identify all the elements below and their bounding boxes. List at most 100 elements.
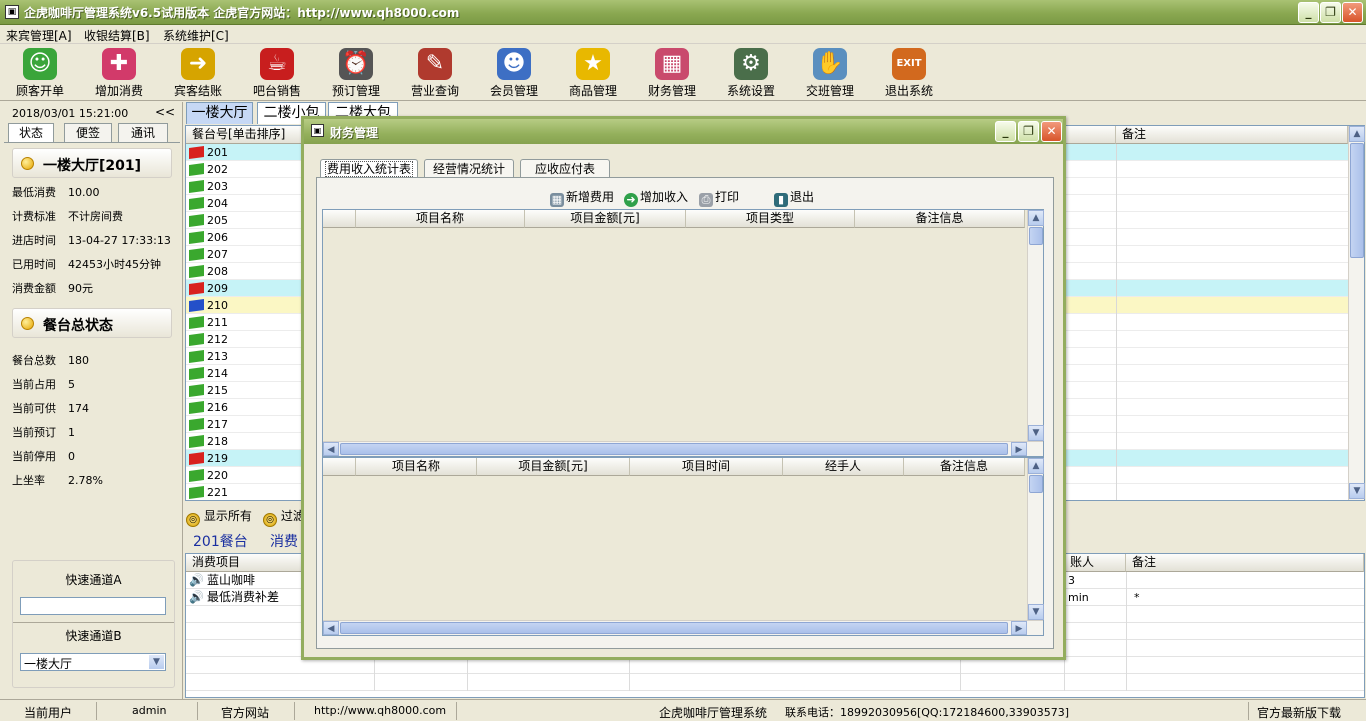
filter-icon: ◎ [263,513,277,527]
dialog-col-lower-2[interactable]: 项目时间 [630,458,783,476]
dialog-col-lower-4[interactable]: 备注信息 [904,458,1025,476]
row-divider [1116,178,1117,195]
toolbar-button-3[interactable]: ☕ 吧台销售 [242,48,312,100]
exit-icon: EXIT [892,48,926,80]
add-income-button[interactable]: ➜ 增加收入 [624,189,688,207]
dialog-col-upper-1[interactable]: 项目金额[元] [525,210,686,228]
tab-status[interactable]: 状态 [8,123,54,142]
menu-system[interactable]: 系统维护[C] [163,27,229,44]
scroll-down-icon[interactable]: ▼ [1028,425,1044,441]
consume-row[interactable] [186,674,1364,691]
tab-notes[interactable]: 便签 [64,123,112,142]
dialog-col-lower-0[interactable]: 项目名称 [356,458,477,476]
close-button[interactable]: ✕ [1342,2,1363,23]
consume-item: 蓝山咖啡 [207,573,256,587]
dialog-minimize-button[interactable]: _ [995,121,1016,142]
info-key: 计费标准 [12,210,56,223]
minimize-button[interactable]: _ [1298,2,1319,23]
status-site-link[interactable]: http://www.qh8000.com [314,704,446,717]
summary-value: 5 [68,378,75,391]
income-grid-hscroll[interactable]: ◀ ▶ [323,620,1043,635]
dialog-col-upper-2[interactable]: 项目类型 [686,210,855,228]
income-grid-vscroll[interactable]: ▲ ▼ [1027,458,1044,620]
table-number: 216 [207,401,228,414]
summary-row: 餐台总数 180 [12,352,89,368]
table-flag-icon [189,197,204,210]
quick-a-input[interactable] [20,597,166,615]
toolbar-button-0[interactable]: ☺ 顾客开单 [5,48,75,100]
scroll-up-icon[interactable]: ▲ [1349,126,1365,142]
status-download-link[interactable]: 官方最新版下载 [1257,704,1341,721]
scroll-thumb[interactable] [340,443,1008,455]
row-divider [1116,331,1117,348]
dialog-tab-receivables[interactable]: 应收应付表 [520,159,610,178]
menu-guest[interactable]: 来宾管理[A] [6,27,72,44]
table-number: 211 [207,316,228,329]
toolbar-button-11[interactable]: EXIT 退出系统 [874,48,944,100]
toolbar-button-6[interactable]: ☻ 会员管理 [479,48,549,100]
scroll-left-icon[interactable]: ◀ [323,621,339,635]
filter-button[interactable]: ◎ 过滤 [263,507,305,527]
chevron-down-icon[interactable]: ▼ [149,655,164,669]
table-grid-scrollbar[interactable]: ▲ ▼ [1348,126,1365,500]
window-title-bar[interactable]: ▣ 企虎咖啡厅管理系统v6.5试用版本 企虎官方网站：http://www.qh… [0,0,1366,25]
dialog-maximize-button[interactable]: ❐ [1018,121,1039,142]
scroll-down-icon[interactable]: ▼ [1028,604,1044,620]
grid-body [323,476,1027,620]
dialog-col-upper-0[interactable]: 项目名称 [356,210,525,228]
tab-contact[interactable]: 通讯 [118,123,168,142]
dialog-col-upper-3[interactable]: 备注信息 [855,210,1025,228]
scroll-thumb[interactable] [340,622,1008,634]
toolbar-button-10[interactable]: ✋ 交班管理 [795,48,865,100]
cell-divider [1126,674,1127,691]
toolbar-button-2[interactable]: ➜ 宾客结账 [163,48,233,100]
scroll-right-icon[interactable]: ▶ [1011,442,1027,456]
consume-note: * [1134,591,1140,604]
toolbar-button-5[interactable]: ✎ 营业查询 [400,48,470,100]
dialog-exit-button[interactable]: ▮ 退出 [774,189,814,207]
scroll-right-icon[interactable]: ▶ [1011,621,1027,635]
consume-table-label[interactable]: 201餐台 [193,531,248,551]
toolbar-label: 财务管理 [647,84,696,98]
dialog-col-lower-3[interactable]: 经手人 [783,458,904,476]
consume-tab[interactable]: 消费 [270,531,298,551]
add-expense-button[interactable]: ▦ 新增费用 [550,189,614,207]
print-button[interactable]: ⎙ 打印 [699,189,739,207]
toolbar-button-4[interactable]: ⏰ 预订管理 [321,48,391,100]
maximize-button[interactable]: ❐ [1320,2,1341,23]
dialog-close-button[interactable]: ✕ [1041,121,1062,142]
summary-row: 当前可供 174 [12,400,89,416]
table-flag-icon [189,163,204,176]
col-consume-note[interactable]: 备注 [1126,554,1364,572]
collapse-button[interactable]: << [155,105,175,119]
dialog-tab-expense-income[interactable]: 费用收入统计表 [320,159,418,178]
col-table-number[interactable]: 餐台号[单击排序] [186,126,303,144]
scroll-up-icon[interactable]: ▲ [1028,458,1044,474]
dialog-tab-operations[interactable]: 经营情况统计 [424,159,514,178]
scroll-thumb[interactable] [1350,143,1364,258]
dialog-icon: ▣ [311,124,324,137]
floor-tab-1[interactable]: 一楼大厅 [186,102,253,124]
dialog-col-lower-1[interactable]: 项目金额[元] [477,458,630,476]
scroll-thumb[interactable] [1029,475,1043,493]
consume-item: 最低消费补差 [207,590,280,604]
scroll-left-icon[interactable]: ◀ [323,442,339,456]
dialog-title-bar[interactable]: ▣ 财务管理 _ ❐ ✕ [304,119,1063,144]
menu-cashier[interactable]: 收银结算[B] [84,27,150,44]
scroll-up-icon[interactable]: ▲ [1028,210,1044,226]
quick-b-select[interactable]: 一楼大厅 ▼ [20,653,166,671]
scroll-down-icon[interactable]: ▼ [1349,483,1365,499]
expense-grid-hscroll[interactable]: ◀ ▶ [323,441,1043,456]
toolbar-button-9[interactable]: ⚙ 系统设置 [716,48,786,100]
toolbar-button-7[interactable]: ★ 商品管理 [558,48,628,100]
table-info-header: 一楼大厅[201] [12,148,172,178]
toolbar-button-8[interactable]: ▦ 财务管理 [637,48,707,100]
table-flag-icon [189,146,204,159]
expense-grid-vscroll[interactable]: ▲ ▼ [1027,210,1044,441]
toolbar-button-1[interactable]: ✚ 增加消费 [84,48,154,100]
summary-key: 餐台总数 [12,354,56,367]
col-note[interactable]: 备注 [1116,126,1348,144]
col-handler[interactable]: 账人 [1064,554,1126,572]
show-all-button[interactable]: ◎ 显示所有 [186,507,252,527]
scroll-thumb[interactable] [1029,227,1043,245]
